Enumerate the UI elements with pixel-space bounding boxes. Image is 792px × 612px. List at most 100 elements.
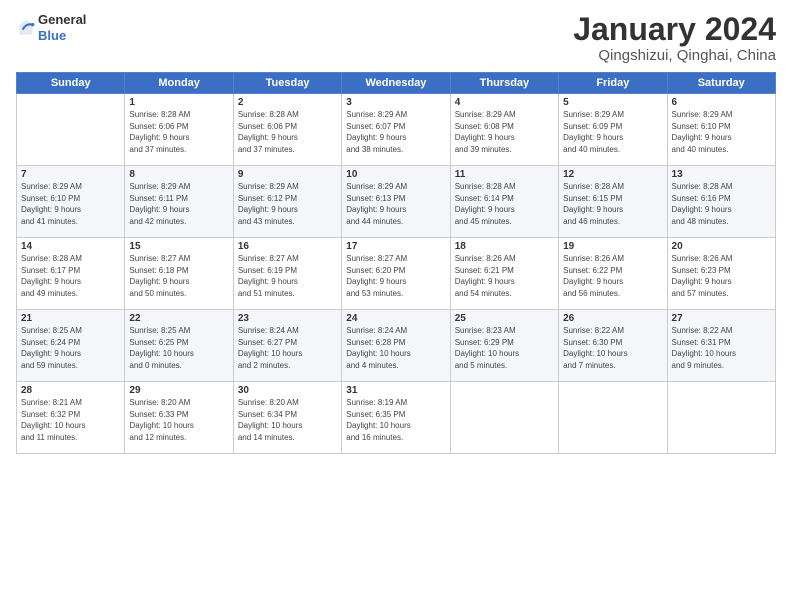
weekday-header-monday: Monday <box>125 73 233 94</box>
day-info: Sunrise: 8:23 AM Sunset: 6:29 PM Dayligh… <box>455 325 554 371</box>
calendar-cell: 2Sunrise: 8:28 AM Sunset: 6:06 PM Daylig… <box>233 94 341 166</box>
day-info: Sunrise: 8:25 AM Sunset: 6:25 PM Dayligh… <box>129 325 228 371</box>
day-number: 16 <box>238 241 337 252</box>
calendar-cell: 28Sunrise: 8:21 AM Sunset: 6:32 PM Dayli… <box>17 382 125 454</box>
calendar-cell: 16Sunrise: 8:27 AM Sunset: 6:19 PM Dayli… <box>233 238 341 310</box>
day-number: 25 <box>455 313 554 324</box>
calendar-cell: 27Sunrise: 8:22 AM Sunset: 6:31 PM Dayli… <box>667 310 775 382</box>
calendar-cell: 3Sunrise: 8:29 AM Sunset: 6:07 PM Daylig… <box>342 94 450 166</box>
day-number: 14 <box>21 241 120 252</box>
calendar-cell: 13Sunrise: 8:28 AM Sunset: 6:16 PM Dayli… <box>667 166 775 238</box>
calendar-cell: 11Sunrise: 8:28 AM Sunset: 6:14 PM Dayli… <box>450 166 558 238</box>
day-number: 1 <box>129 97 228 108</box>
day-info: Sunrise: 8:19 AM Sunset: 6:35 PM Dayligh… <box>346 397 445 443</box>
day-info: Sunrise: 8:28 AM Sunset: 6:15 PM Dayligh… <box>563 181 662 227</box>
day-number: 17 <box>346 241 445 252</box>
day-number: 6 <box>672 97 771 108</box>
day-number: 8 <box>129 169 228 180</box>
day-number: 31 <box>346 385 445 396</box>
week-row-2: 7Sunrise: 8:29 AM Sunset: 6:10 PM Daylig… <box>17 166 776 238</box>
weekday-header-friday: Friday <box>559 73 667 94</box>
day-info: Sunrise: 8:20 AM Sunset: 6:33 PM Dayligh… <box>129 397 228 443</box>
week-row-5: 28Sunrise: 8:21 AM Sunset: 6:32 PM Dayli… <box>17 382 776 454</box>
day-number: 18 <box>455 241 554 252</box>
calendar-cell: 1Sunrise: 8:28 AM Sunset: 6:06 PM Daylig… <box>125 94 233 166</box>
day-info: Sunrise: 8:27 AM Sunset: 6:18 PM Dayligh… <box>129 253 228 299</box>
day-info: Sunrise: 8:28 AM Sunset: 6:14 PM Dayligh… <box>455 181 554 227</box>
day-info: Sunrise: 8:28 AM Sunset: 6:06 PM Dayligh… <box>238 109 337 155</box>
calendar-cell: 29Sunrise: 8:20 AM Sunset: 6:33 PM Dayli… <box>125 382 233 454</box>
logo-text-blue: Blue <box>38 28 86 44</box>
weekday-header-thursday: Thursday <box>450 73 558 94</box>
week-row-4: 21Sunrise: 8:25 AM Sunset: 6:24 PM Dayli… <box>17 310 776 382</box>
calendar-cell: 18Sunrise: 8:26 AM Sunset: 6:21 PM Dayli… <box>450 238 558 310</box>
day-info: Sunrise: 8:26 AM Sunset: 6:23 PM Dayligh… <box>672 253 771 299</box>
day-info: Sunrise: 8:28 AM Sunset: 6:06 PM Dayligh… <box>129 109 228 155</box>
calendar-title: January 2024 <box>573 12 776 47</box>
day-number: 19 <box>563 241 662 252</box>
calendar-cell: 6Sunrise: 8:29 AM Sunset: 6:10 PM Daylig… <box>667 94 775 166</box>
day-number: 5 <box>563 97 662 108</box>
day-number: 15 <box>129 241 228 252</box>
calendar-subtitle: Qingshizui, Qinghai, China <box>573 47 776 64</box>
day-info: Sunrise: 8:28 AM Sunset: 6:17 PM Dayligh… <box>21 253 120 299</box>
calendar-cell <box>667 382 775 454</box>
calendar-cell: 14Sunrise: 8:28 AM Sunset: 6:17 PM Dayli… <box>17 238 125 310</box>
day-info: Sunrise: 8:29 AM Sunset: 6:12 PM Dayligh… <box>238 181 337 227</box>
calendar-cell: 15Sunrise: 8:27 AM Sunset: 6:18 PM Dayli… <box>125 238 233 310</box>
day-info: Sunrise: 8:29 AM Sunset: 6:08 PM Dayligh… <box>455 109 554 155</box>
logo-text-general: General <box>38 12 86 28</box>
header: General Blue January 2024 Qingshizui, Qi… <box>16 12 776 64</box>
day-info: Sunrise: 8:25 AM Sunset: 6:24 PM Dayligh… <box>21 325 120 371</box>
calendar-cell: 26Sunrise: 8:22 AM Sunset: 6:30 PM Dayli… <box>559 310 667 382</box>
weekday-header-row: SundayMondayTuesdayWednesdayThursdayFrid… <box>17 73 776 94</box>
calendar-cell: 12Sunrise: 8:28 AM Sunset: 6:15 PM Dayli… <box>559 166 667 238</box>
day-number: 7 <box>21 169 120 180</box>
week-row-3: 14Sunrise: 8:28 AM Sunset: 6:17 PM Dayli… <box>17 238 776 310</box>
day-number: 27 <box>672 313 771 324</box>
calendar-cell: 24Sunrise: 8:24 AM Sunset: 6:28 PM Dayli… <box>342 310 450 382</box>
weekday-header-tuesday: Tuesday <box>233 73 341 94</box>
day-number: 28 <box>21 385 120 396</box>
day-info: Sunrise: 8:28 AM Sunset: 6:16 PM Dayligh… <box>672 181 771 227</box>
day-info: Sunrise: 8:29 AM Sunset: 6:10 PM Dayligh… <box>21 181 120 227</box>
title-block: January 2024 Qingshizui, Qinghai, China <box>573 12 776 64</box>
day-number: 12 <box>563 169 662 180</box>
day-info: Sunrise: 8:27 AM Sunset: 6:20 PM Dayligh… <box>346 253 445 299</box>
day-number: 30 <box>238 385 337 396</box>
calendar-cell: 23Sunrise: 8:24 AM Sunset: 6:27 PM Dayli… <box>233 310 341 382</box>
calendar-cell: 5Sunrise: 8:29 AM Sunset: 6:09 PM Daylig… <box>559 94 667 166</box>
logo: General Blue <box>16 12 86 43</box>
weekday-header-wednesday: Wednesday <box>342 73 450 94</box>
calendar-cell: 20Sunrise: 8:26 AM Sunset: 6:23 PM Dayli… <box>667 238 775 310</box>
day-number: 24 <box>346 313 445 324</box>
calendar-cell <box>559 382 667 454</box>
day-info: Sunrise: 8:26 AM Sunset: 6:22 PM Dayligh… <box>563 253 662 299</box>
day-number: 9 <box>238 169 337 180</box>
day-number: 22 <box>129 313 228 324</box>
calendar-cell: 7Sunrise: 8:29 AM Sunset: 6:10 PM Daylig… <box>17 166 125 238</box>
day-number: 23 <box>238 313 337 324</box>
calendar-table: SundayMondayTuesdayWednesdayThursdayFrid… <box>16 72 776 454</box>
day-info: Sunrise: 8:24 AM Sunset: 6:28 PM Dayligh… <box>346 325 445 371</box>
day-number: 4 <box>455 97 554 108</box>
calendar-cell: 22Sunrise: 8:25 AM Sunset: 6:25 PM Dayli… <box>125 310 233 382</box>
day-info: Sunrise: 8:20 AM Sunset: 6:34 PM Dayligh… <box>238 397 337 443</box>
day-number: 13 <box>672 169 771 180</box>
calendar-cell: 9Sunrise: 8:29 AM Sunset: 6:12 PM Daylig… <box>233 166 341 238</box>
calendar-header: SundayMondayTuesdayWednesdayThursdayFrid… <box>17 73 776 94</box>
day-info: Sunrise: 8:22 AM Sunset: 6:31 PM Dayligh… <box>672 325 771 371</box>
calendar-cell: 31Sunrise: 8:19 AM Sunset: 6:35 PM Dayli… <box>342 382 450 454</box>
logo-icon <box>16 18 36 38</box>
day-number: 26 <box>563 313 662 324</box>
day-number: 29 <box>129 385 228 396</box>
day-info: Sunrise: 8:27 AM Sunset: 6:19 PM Dayligh… <box>238 253 337 299</box>
day-number: 3 <box>346 97 445 108</box>
calendar-container: General Blue January 2024 Qingshizui, Qi… <box>0 0 792 612</box>
calendar-cell: 10Sunrise: 8:29 AM Sunset: 6:13 PM Dayli… <box>342 166 450 238</box>
day-info: Sunrise: 8:29 AM Sunset: 6:09 PM Dayligh… <box>563 109 662 155</box>
calendar-cell: 25Sunrise: 8:23 AM Sunset: 6:29 PM Dayli… <box>450 310 558 382</box>
calendar-cell: 17Sunrise: 8:27 AM Sunset: 6:20 PM Dayli… <box>342 238 450 310</box>
calendar-cell: 21Sunrise: 8:25 AM Sunset: 6:24 PM Dayli… <box>17 310 125 382</box>
day-number: 11 <box>455 169 554 180</box>
